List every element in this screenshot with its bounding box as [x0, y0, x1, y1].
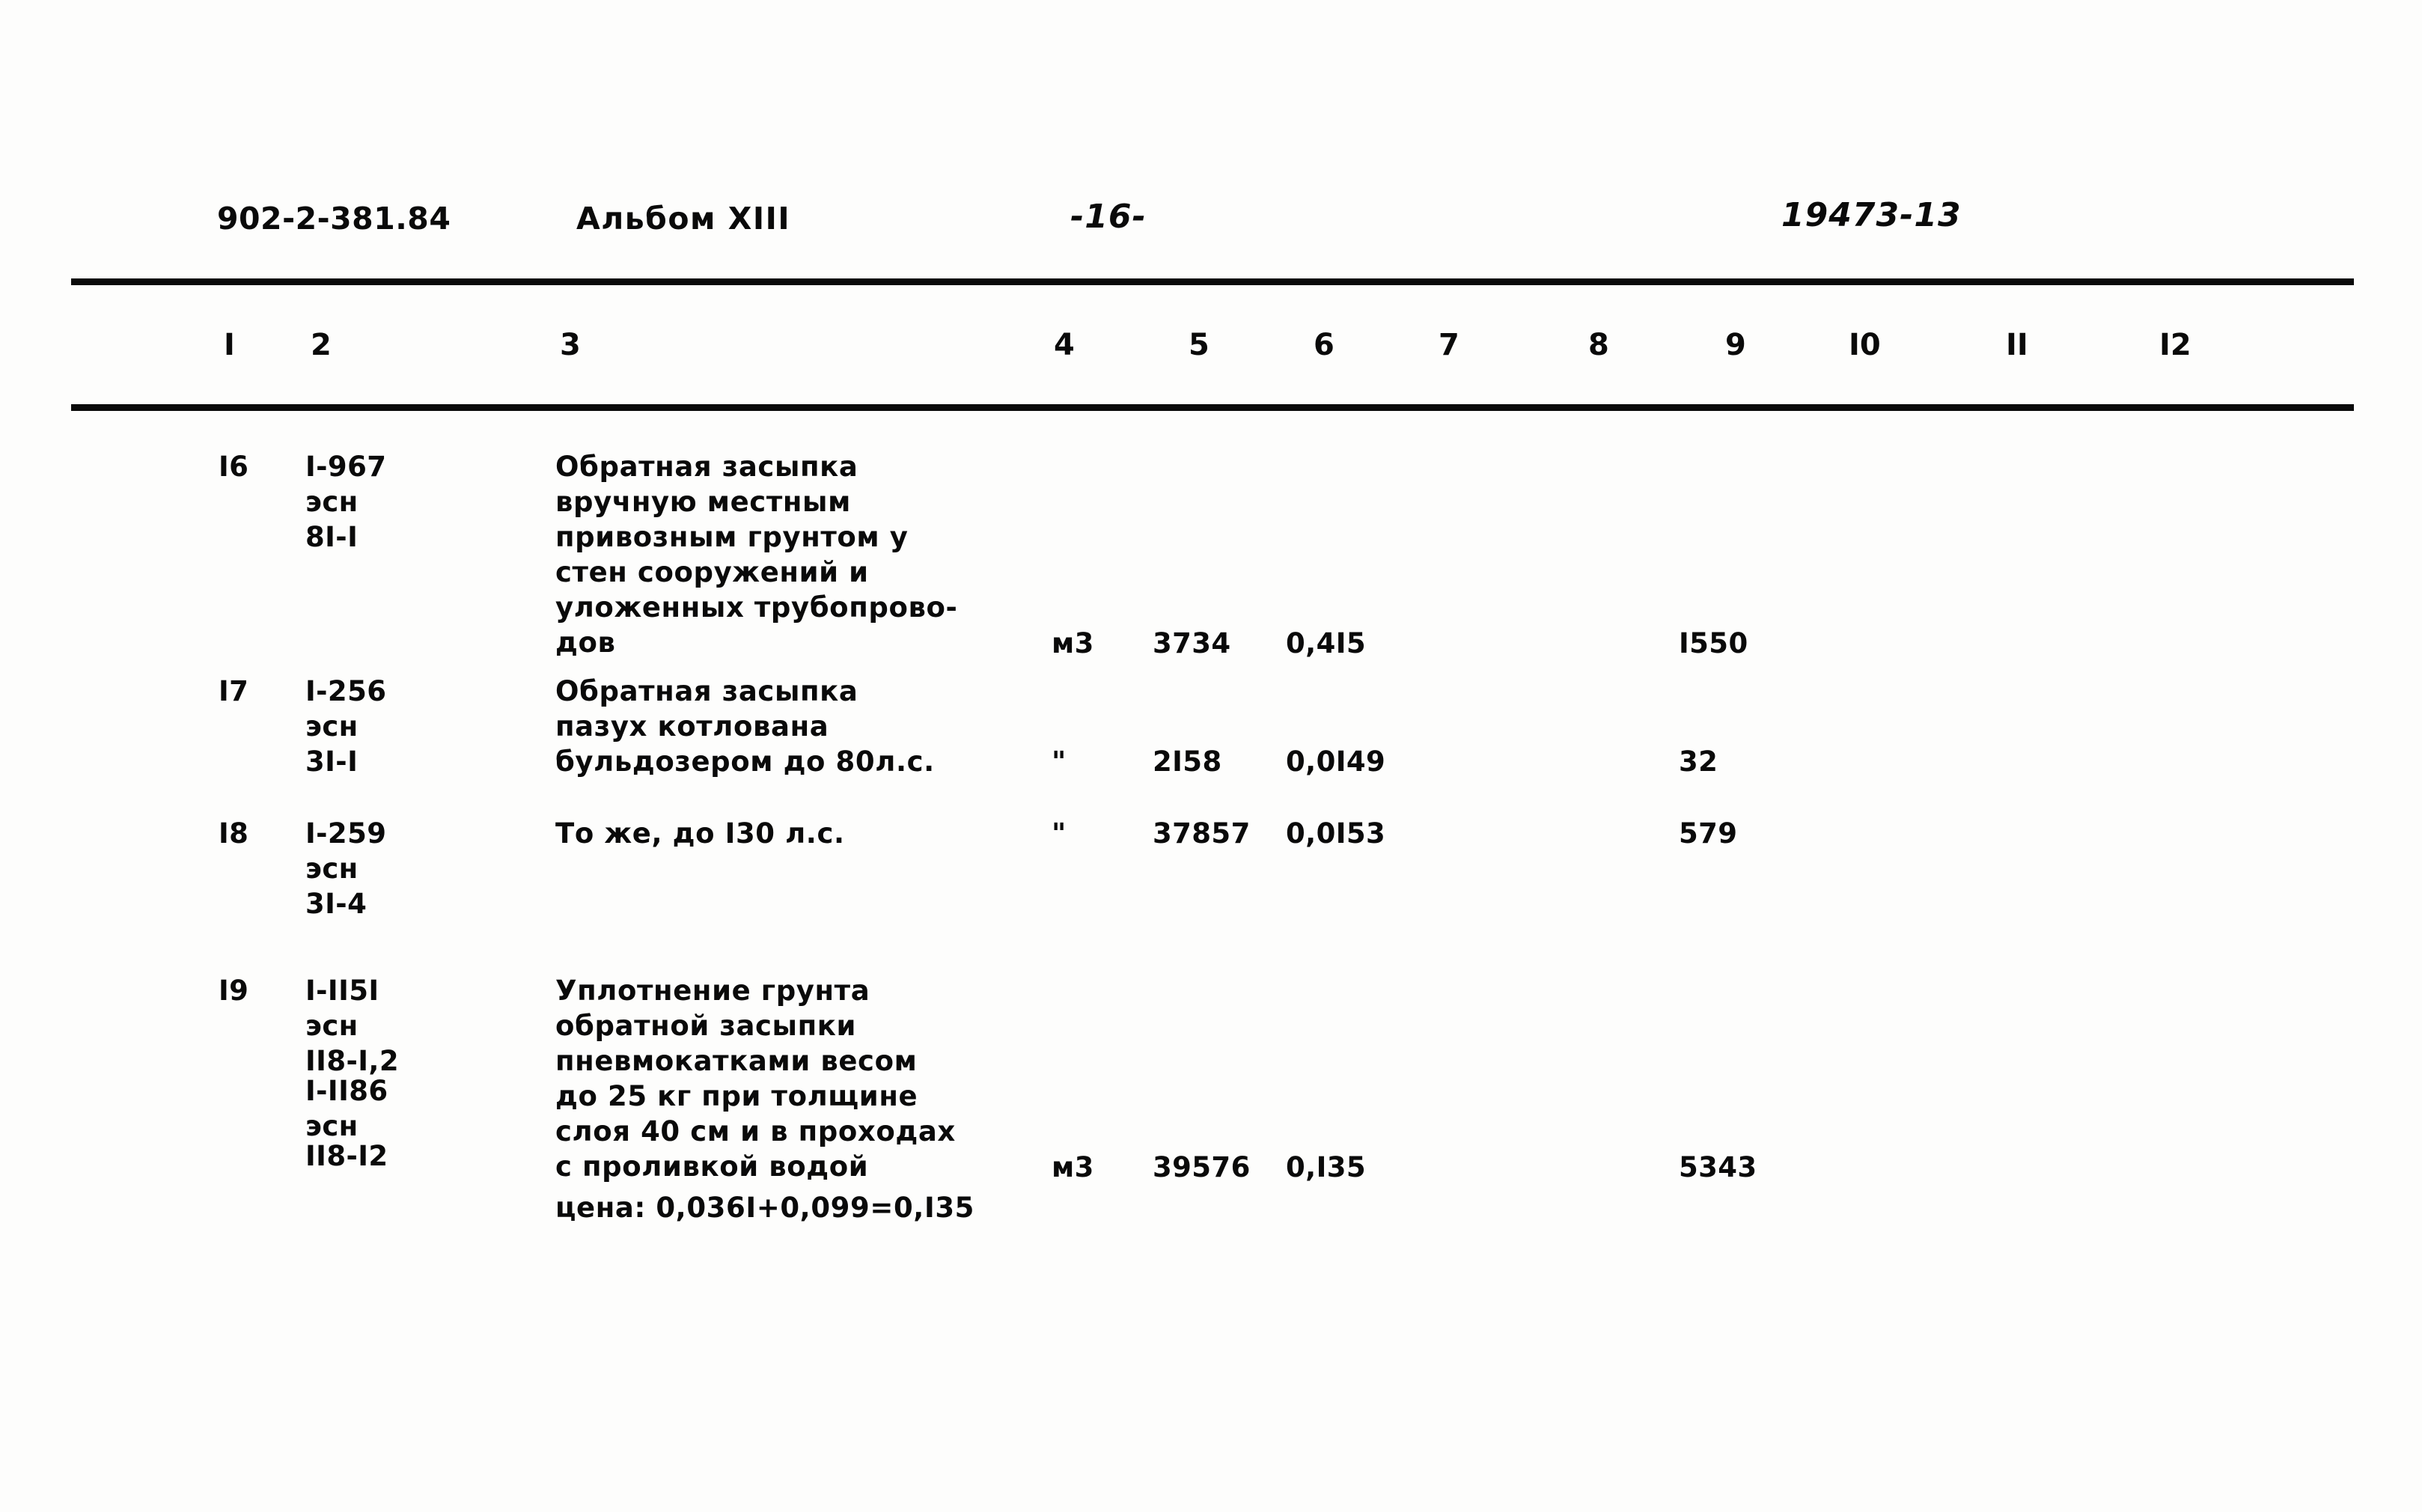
document-header: 902-2-381.84 Альбом XIII -16- 19473-13: [0, 196, 2422, 253]
row-code-line-2: эсн: [305, 1010, 359, 1042]
row-col6: 0,0I53: [1286, 817, 1386, 850]
document-page: 902-2-381.84 Альбом XIII -16- 19473-13 I…: [0, 0, 2422, 1512]
row-unit: ": [1052, 817, 1067, 850]
row-col5: 3734: [1153, 627, 1231, 659]
table-row: I7 I-256 эсн 3I-I Обратная засыпка пазух…: [0, 674, 2422, 816]
table-top-rule: [71, 278, 2354, 285]
page-number: -16-: [1070, 198, 1147, 236]
row-number: I8: [219, 817, 249, 850]
row-code: I-256 эсн 3I-I: [305, 675, 387, 778]
column-header-1: I: [224, 328, 235, 362]
row-description: Обратная засыпка пазух котлована бульдоз…: [555, 675, 935, 778]
row-code-line-6: II8-I2: [305, 1140, 388, 1172]
row-number: I6: [219, 451, 249, 483]
album-label: Альбом XIII: [576, 201, 791, 237]
row-col5: 37857: [1153, 817, 1251, 850]
row-number: I9: [219, 975, 249, 1007]
column-header-7: 7: [1439, 328, 1459, 362]
row-code-line-4: I-II86: [305, 1075, 388, 1107]
row-code: I-259 эсн 3I-4: [305, 817, 387, 920]
table-row: I9 I-II5I эсн II8-I,2 I-II86 эсн II8-I2 …: [0, 973, 2422, 1224]
row-number: I7: [219, 675, 249, 707]
table-row: I6 I-967 эсн 8I-I Обратная засыпка вручн…: [0, 449, 2422, 674]
row-description: Уплотнение грунта обратной засыпки пневм…: [555, 975, 956, 1183]
row-col9: 5343: [1679, 1151, 1757, 1183]
row-col9: 32: [1679, 746, 1718, 778]
row-col6: 0,0I49: [1286, 746, 1386, 778]
row-unit: м3: [1052, 627, 1094, 659]
row-description: Обратная засыпка вручную местным привозн…: [555, 451, 958, 659]
row-col5: 2I58: [1153, 746, 1222, 778]
table-header-rule: [71, 404, 2354, 411]
row-price-note: цена: 0,036I+0,099=0,I35: [555, 1192, 975, 1224]
column-header-3: 3: [560, 328, 581, 362]
column-header-11: II: [2006, 328, 2028, 362]
row-col9: 579: [1679, 817, 1738, 850]
column-header-6: 6: [1314, 328, 1334, 362]
row-col6: 0,4I5: [1286, 627, 1367, 659]
row-code-line-1: I-II5I: [305, 975, 379, 1007]
row-col5: 39576: [1153, 1151, 1251, 1183]
table-row: I8 I-259 эсн 3I-4 То же, до I30 л.с. " 3…: [0, 816, 2422, 973]
row-unit: ": [1052, 746, 1067, 778]
row-code: I-967 эсн 8I-I: [305, 451, 387, 553]
column-header-8: 8: [1588, 328, 1609, 362]
column-header-10: I0: [1849, 328, 1881, 362]
row-description: То же, до I30 л.с.: [555, 817, 845, 850]
column-header-5: 5: [1189, 328, 1210, 362]
table-body: I6 I-967 эсн 8I-I Обратная засыпка вручн…: [0, 449, 2422, 1224]
column-header-2: 2: [311, 328, 332, 362]
column-header-4: 4: [1054, 328, 1075, 362]
row-col6: 0,I35: [1286, 1151, 1367, 1183]
row-unit: м3: [1052, 1151, 1094, 1183]
document-code: 902-2-381.84: [217, 201, 451, 237]
column-header-9: 9: [1725, 328, 1746, 362]
column-header-12: I2: [2159, 328, 2191, 362]
row-col9: I550: [1679, 627, 1748, 659]
archive-code: 19473-13: [1781, 196, 1962, 234]
